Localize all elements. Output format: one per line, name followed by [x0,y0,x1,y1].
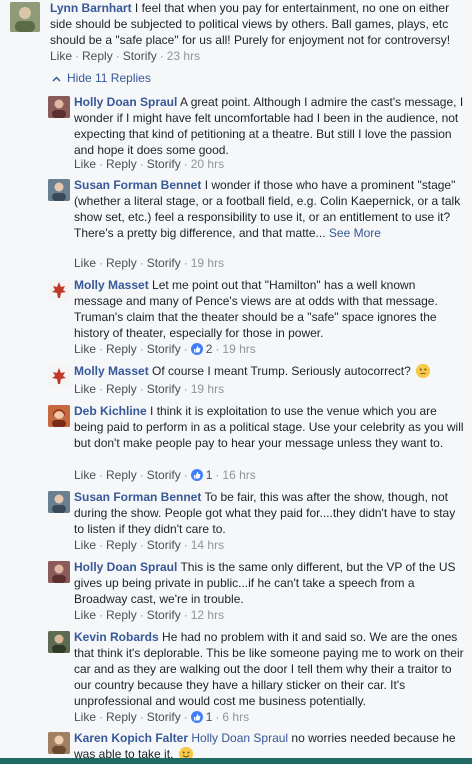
maple-leaf-icon [48,365,70,387]
like-link[interactable]: Like [74,157,96,171]
comment-actions: Like · Reply · Storify · 1 · 6 hrs [74,710,250,724]
comment-body: Lynn Barnhart I feel that when you pay f… [50,0,468,48]
storify-link[interactable]: Storify [147,468,181,482]
top-comment: Lynn Barnhart I feel that when you pay f… [6,0,468,64]
storify-link[interactable]: Storify [123,49,157,63]
comment-author[interactable]: Lynn Barnhart [50,1,132,15]
like-link[interactable]: Like [74,382,96,396]
reply-link[interactable]: Reply [106,538,137,552]
reply-link[interactable]: Reply [106,342,137,356]
confused-emoji-icon [416,364,431,378]
like-link[interactable]: Like [74,710,96,724]
mention-link[interactable]: Holly Doan Spraul [191,731,288,745]
comment-body: Kevin Robards He had no problem with it … [74,629,466,709]
storify-link[interactable]: Storify [147,256,181,270]
storify-link[interactable]: Storify [147,608,181,622]
timestamp[interactable]: 19 hrs [191,256,224,270]
separator: · [75,49,80,63]
reply-link[interactable]: Reply [106,468,137,482]
reply-link[interactable]: Reply [106,382,137,396]
comment-actions: Like · Reply · Storify · 1 · 16 hrs [74,468,256,482]
reply-link[interactable]: Reply [106,157,137,171]
reply-link[interactable]: Reply [106,256,137,270]
storify-link[interactable]: Storify [147,382,181,396]
storify-link[interactable]: Storify [147,157,181,171]
comment-actions: Like · Reply · Storify · 23 hrs [50,48,200,64]
storify-link[interactable]: Storify [147,538,181,552]
comment-author[interactable]: Kevin Robards [74,630,159,644]
comment-body: Susan Forman Bennet To be fair, this was… [74,489,466,537]
maple-leaf-icon [48,279,70,301]
comment-body: Holly Doan Spraul This is the same only … [74,559,466,607]
comment-author[interactable]: Karen Kopich Falter [74,731,188,745]
avatar[interactable] [48,631,70,653]
separator: · [115,49,120,63]
comment-author[interactable]: Susan Forman Bennet [74,178,201,192]
timestamp[interactable]: 16 hrs [222,468,255,482]
storify-link[interactable]: Storify [147,342,181,356]
comment-body: Holly Doan Spraul A great point. Althoug… [74,94,466,158]
like-count[interactable]: 1 [206,710,213,724]
comment-body: Susan Forman Bennet I wonder if those wh… [74,177,466,241]
like-count[interactable]: 2 [206,342,213,356]
comment-body: Deb Kichline I think it is exploitation … [74,403,466,451]
timestamp[interactable]: 20 hrs [191,157,224,171]
storify-link[interactable]: Storify [147,710,181,724]
comment-actions: Like · Reply · Storify · 19 hrs [74,256,225,270]
hide-replies-label: Hide 11 Replies [67,71,151,85]
comment-author[interactable]: Susan Forman Bennet [74,490,201,504]
thumbs-up-icon [190,469,203,481]
comment-body: Molly Masset Of course I meant Trump. Se… [74,363,466,379]
timestamp[interactable]: 12 hrs [191,608,224,622]
like-count[interactable]: 1 [206,468,213,482]
thumbs-up-icon [190,343,203,355]
thumbs-up-icon [190,711,203,723]
comment-thread: Lynn Barnhart I feel that when you pay f… [0,0,472,764]
comment-text: Of course I meant Trump. Seriously autoc… [148,364,411,378]
comment-actions: Like · Reply · Storify · 19 hrs [74,382,225,396]
chevron-up-icon [52,70,61,86]
comment-author[interactable]: Deb Kichline [74,404,147,418]
separator: · [159,49,164,63]
avatar[interactable] [48,179,70,201]
comment-author[interactable]: Molly Masset [74,364,149,378]
timestamp[interactable]: 23 hrs [167,49,200,63]
comment-actions: Like · Reply · Storify · 20 hrs [74,157,225,171]
bottom-bar [0,758,472,764]
hide-replies-toggle[interactable]: Hide 11 Replies [52,70,151,86]
like-link[interactable]: Like [74,468,96,482]
comment-actions: Like · Reply · Storify · 2 · 19 hrs [74,342,256,356]
timestamp[interactable]: 19 hrs [191,382,224,396]
reply-link[interactable]: Reply [82,49,113,63]
timestamp[interactable]: 6 hrs [222,710,249,724]
comment-author[interactable]: Holly Doan Spraul [74,560,177,574]
comment-actions: Like · Reply · Storify · 14 hrs [74,538,225,552]
avatar[interactable] [48,561,70,583]
like-link[interactable]: Like [50,49,72,63]
avatar[interactable] [48,279,70,301]
profile-photo-icon [10,2,40,32]
comment-actions: Like · Reply · Storify · 12 hrs [74,608,225,622]
timestamp[interactable]: 19 hrs [222,342,255,356]
avatar[interactable] [48,365,70,387]
like-link[interactable]: Like [74,256,96,270]
timestamp[interactable]: 14 hrs [191,538,224,552]
like-link[interactable]: Like [74,608,96,622]
avatar[interactable] [10,2,40,32]
comment-author[interactable]: Molly Masset [74,278,149,292]
avatar[interactable] [48,732,70,754]
avatar[interactable] [48,491,70,513]
avatar[interactable] [48,96,70,118]
comment-author[interactable]: Holly Doan Spraul [74,95,177,109]
see-more-link[interactable]: See More [329,226,381,240]
avatar[interactable] [48,405,70,427]
like-link[interactable]: Like [74,538,96,552]
reply-link[interactable]: Reply [106,608,137,622]
comment-body: Molly Masset Let me point out that "Hami… [74,277,466,341]
like-link[interactable]: Like [74,342,96,356]
reply-link[interactable]: Reply [106,710,137,724]
